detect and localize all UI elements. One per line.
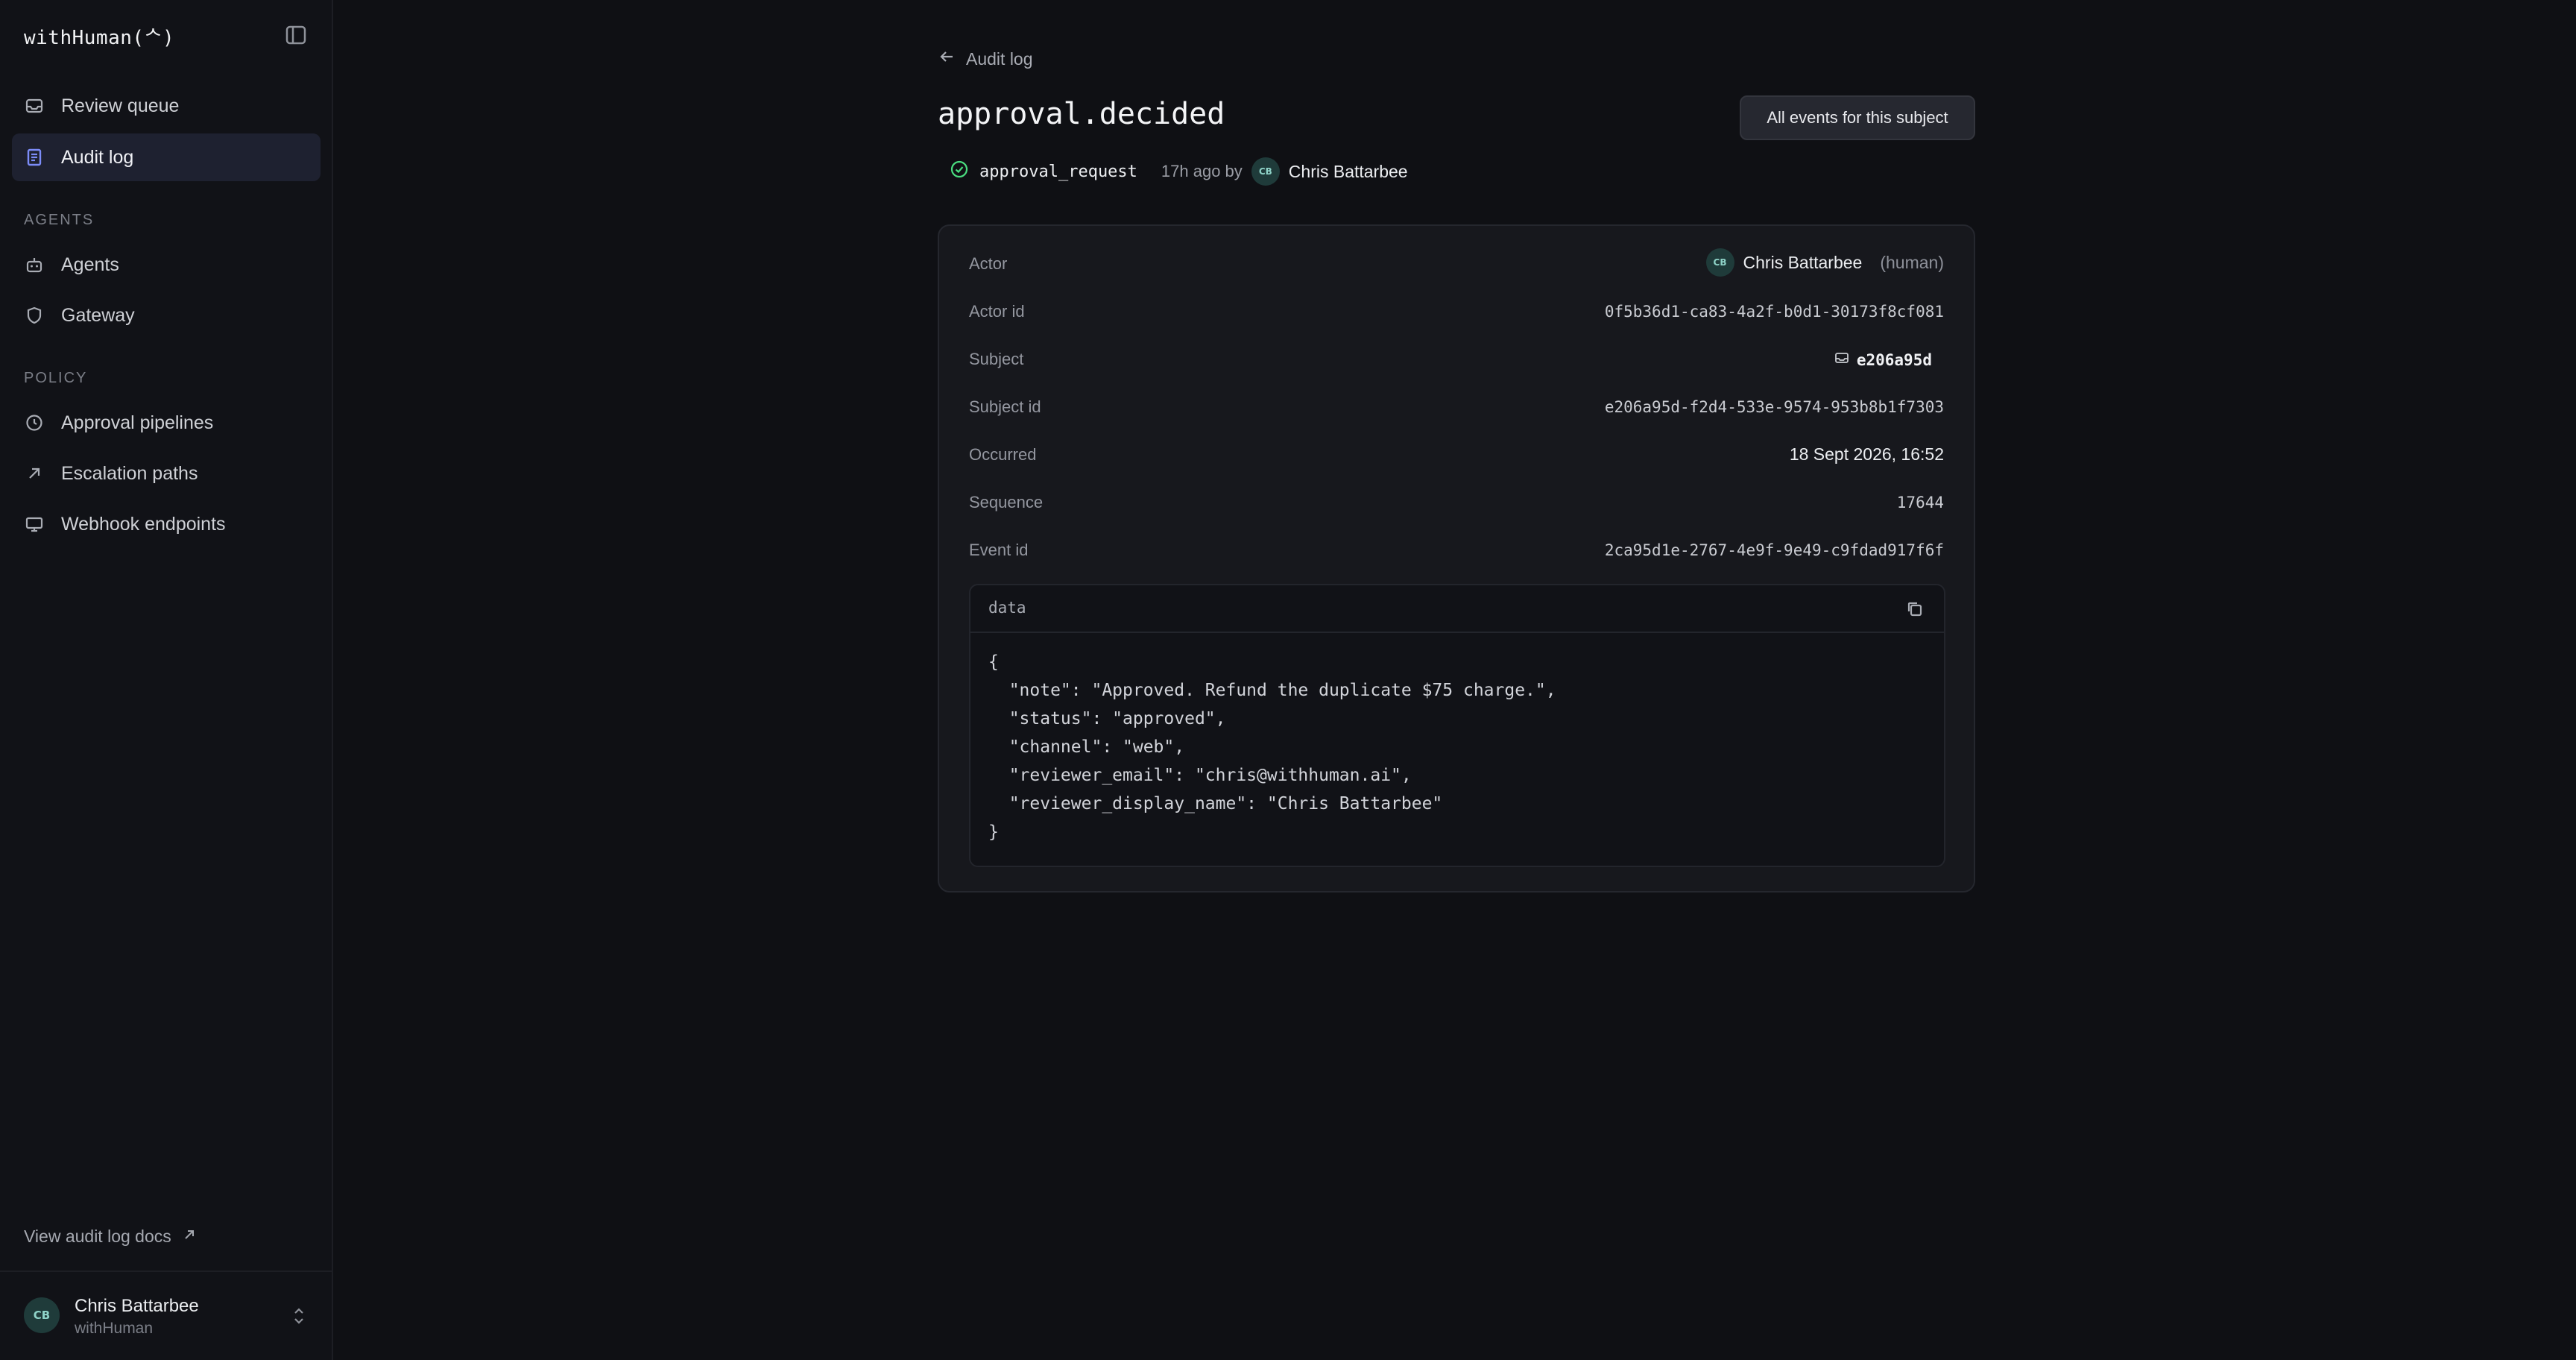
user-name: Chris Battarbee <box>75 1296 199 1316</box>
code-line: { <box>988 652 999 672</box>
field-label-subject: Subject <box>969 350 1024 368</box>
back-to-audit-log-link[interactable]: Audit log <box>938 48 1033 70</box>
field-value-sequence: 17644 <box>1896 494 1944 511</box>
field-label-sequence: Sequence <box>969 493 1044 511</box>
sidebar-item-label: Review queue <box>61 95 180 116</box>
avatar: CB <box>1705 248 1734 277</box>
docs-link-label: View audit log docs <box>24 1227 171 1246</box>
section-label-policy: POLICY <box>24 370 88 386</box>
sidebar-item-label: Webhook endpoints <box>61 513 226 535</box>
code-line: } <box>988 822 999 842</box>
sidebar: withHuman(ᄉ) Review queue Audit log AGEN… <box>0 0 333 1360</box>
code-line: "reviewer_display_name": "Chris Battarbe… <box>988 794 1443 813</box>
sidebar-toggle-icon[interactable] <box>283 24 309 46</box>
subject-short-id: e206a95d <box>1856 350 1932 369</box>
code-line: "status": "approved", <box>988 709 1226 728</box>
sidebar-item-label: Gateway <box>61 304 135 326</box>
sidebar-item-webhook-endpoints[interactable]: Webhook endpoints <box>12 500 321 548</box>
subject-link[interactable]: e206a95d <box>1834 350 1932 369</box>
field-label-event-id: Event id <box>969 541 1029 559</box>
field-label-actor: Actor <box>969 254 1008 273</box>
field-label-occurred: Occurred <box>969 445 1037 464</box>
data-panel: data { "note": "Approved. Refund the dup… <box>969 584 1945 867</box>
code-line: "channel": "web", <box>988 737 1185 757</box>
inbox-icon <box>24 95 45 116</box>
inbox-icon <box>1834 350 1849 369</box>
code-line: "reviewer_email": "chris@withhuman.ai", <box>988 766 1412 785</box>
sidebar-item-agents[interactable]: Agents <box>12 241 321 289</box>
sidebar-item-gateway[interactable]: Gateway <box>12 292 321 339</box>
sidebar-item-label: Audit log <box>61 146 134 168</box>
sidebar-item-approval-pipelines[interactable]: Approval pipelines <box>12 399 321 447</box>
field-value-occurred: 18 Sept 2026, 16:52 <box>1789 444 1944 464</box>
field-value-actor: CB Chris Battarbee (human) <box>1705 248 1944 277</box>
external-link-icon <box>182 1227 197 1247</box>
actor-name: Chris Battarbee <box>1743 252 1863 272</box>
actor-name: Chris Battarbee <box>1288 161 1408 181</box>
check-circle-icon <box>950 160 969 183</box>
sidebar-item-label: Approval pipelines <box>61 412 214 433</box>
back-link-label: Audit log <box>966 48 1033 69</box>
sidebar-item-audit-log[interactable]: Audit log <box>12 133 321 181</box>
brand-logo: withHuman(ᄉ) <box>24 27 175 49</box>
user-menu[interactable]: CB Chris Battarbee withHuman <box>0 1271 332 1360</box>
data-panel-title: data <box>988 599 1026 617</box>
section-label-agents: AGENTS <box>24 212 95 228</box>
field-value-actor-id: 0f5b36d1-ca83-4a2f-b0d1-30173f8cf081 <box>1604 303 1944 321</box>
all-events-for-subject-button[interactable]: All events for this subject <box>1740 95 1975 140</box>
subject-kind: approval_request <box>979 162 1137 181</box>
sidebar-item-label: Agents <box>61 254 119 275</box>
copy-icon[interactable] <box>1904 598 1926 620</box>
sidebar-item-escalation-paths[interactable]: Escalation paths <box>12 450 321 497</box>
actor-kind: (human) <box>1880 252 1944 272</box>
field-label-actor-id: Actor id <box>969 302 1025 321</box>
sidebar-item-review-queue[interactable]: Review queue <box>12 82 321 130</box>
field-value-event-id: 2ca95d1e-2767-4e9f-9e49-c9fdad917f6f <box>1604 541 1944 559</box>
chevron-up-down-icon <box>289 1305 309 1327</box>
shield-icon <box>24 305 45 326</box>
avatar: CB <box>1251 157 1280 186</box>
monitor-icon <box>24 514 45 535</box>
data-panel-header: data <box>970 585 1944 633</box>
field-value-subject-id: e206a95d-f2d4-533e-9574-953b8b1f7303 <box>1604 398 1944 416</box>
clock-icon <box>24 412 45 433</box>
field-label-subject-id: Subject id <box>969 397 1041 416</box>
event-details-card: Actor CB Chris Battarbee (human) Actor i… <box>938 224 1975 892</box>
arrow-up-right-icon <box>24 463 45 484</box>
user-org: withHuman <box>75 1320 154 1337</box>
page-title: approval.decided <box>938 97 1225 131</box>
arrow-left-icon <box>938 48 956 70</box>
time-ago: 17h ago by <box>1161 162 1243 180</box>
code-line: "note": "Approved. Refund the duplicate … <box>988 681 1556 700</box>
event-meta: approval_request 17h ago by CB Chris Bat… <box>950 157 1408 186</box>
robot-icon <box>24 254 45 275</box>
sidebar-item-label: Escalation paths <box>61 462 198 484</box>
view-audit-log-docs-link[interactable]: View audit log docs <box>24 1227 197 1247</box>
avatar: CB <box>24 1297 60 1333</box>
document-icon <box>24 147 45 168</box>
